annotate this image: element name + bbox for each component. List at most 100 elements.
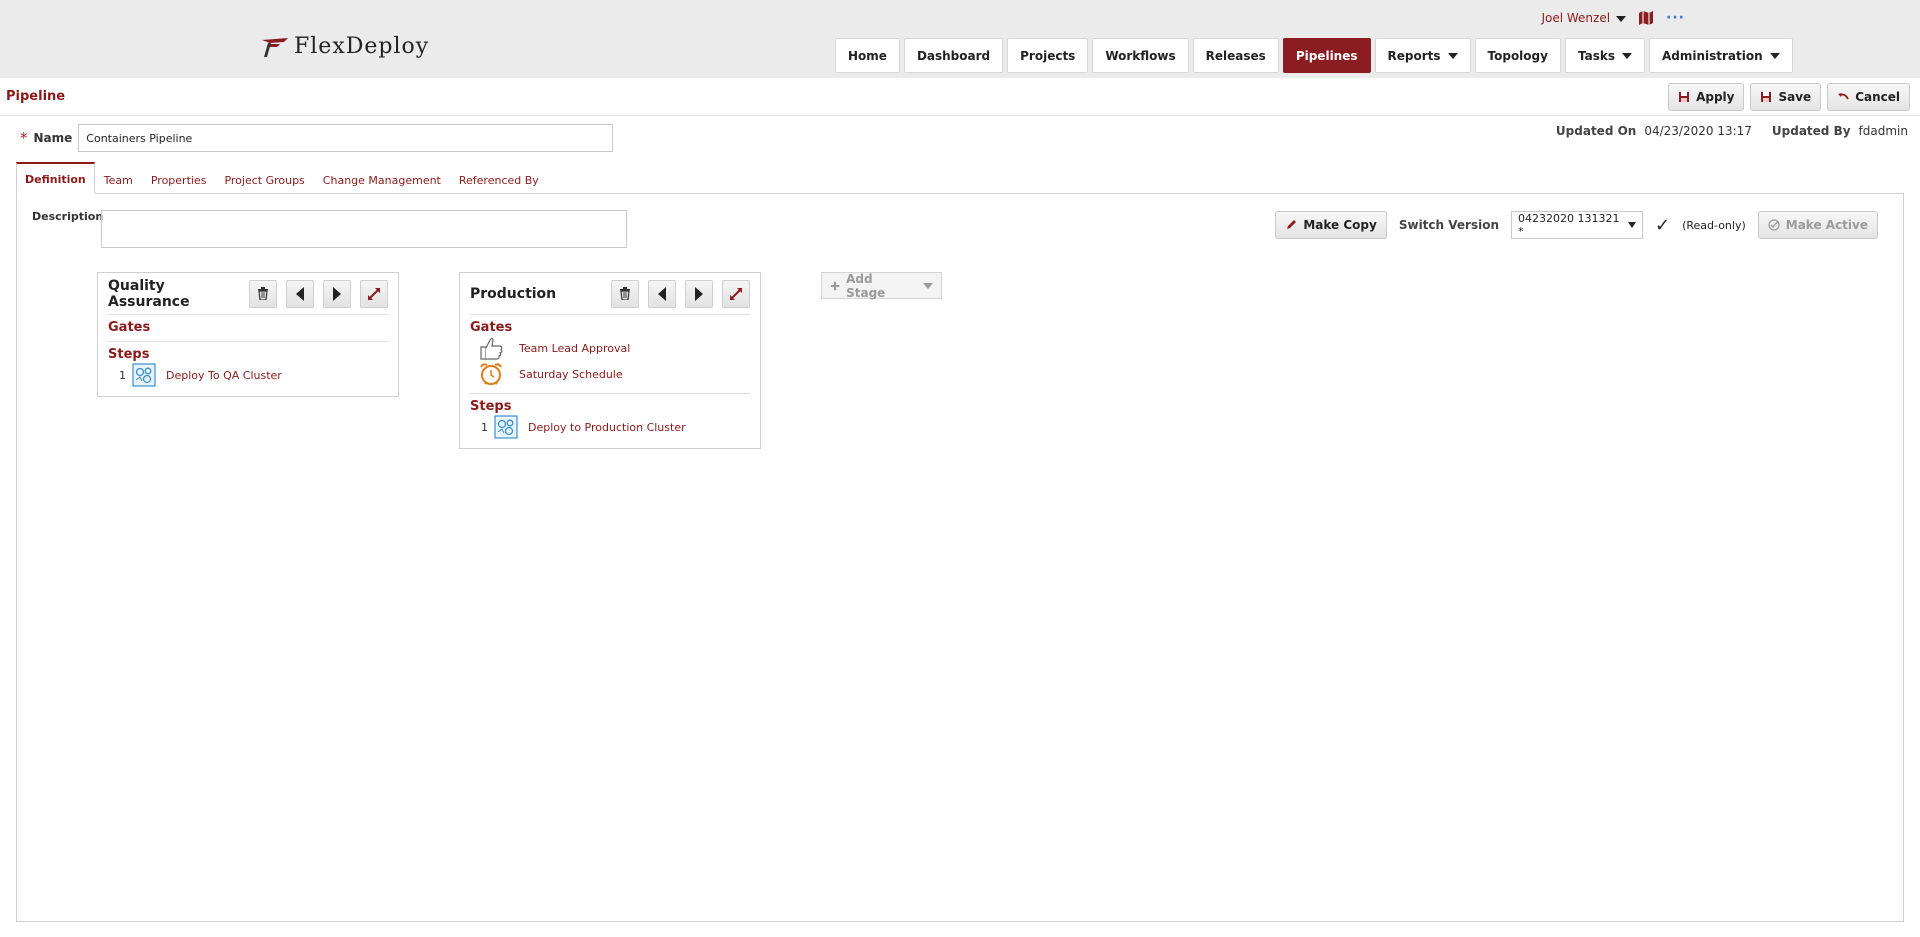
nav-reports-label: Reports: [1387, 48, 1441, 63]
gates-section: Gates: [108, 320, 388, 342]
nav-pipelines[interactable]: Pipelines: [1282, 38, 1371, 73]
delete-stage-button[interactable]: [611, 279, 639, 308]
expand-icon: [730, 287, 742, 300]
nav-administration-label: Administration: [1661, 48, 1763, 63]
tab-change-management[interactable]: Change Management: [314, 174, 450, 193]
floppy-disk-icon: [1761, 92, 1772, 102]
updated-on-label: Updated On: [1555, 124, 1637, 138]
thumbs-up-icon: [480, 337, 503, 360]
add-stage-label: Add Stage: [846, 271, 886, 300]
step-label: Deploy To QA Cluster: [166, 368, 282, 382]
steps-label: Steps: [470, 399, 512, 414]
arrow-left-icon: [658, 286, 666, 301]
undo-arrow-icon: [1838, 93, 1849, 100]
tab-bar: Definition Team Properties Project Group…: [16, 162, 1904, 194]
make-active-label: Make Active: [1785, 218, 1868, 232]
stage-card-quality-assurance: Quality Assurance Gates Steps 1 Deploy T…: [97, 272, 399, 397]
version-select[interactable]: 04232020 131321 *: [1511, 211, 1643, 239]
tab-properties[interactable]: Properties: [142, 174, 216, 193]
updated-info: Updated On 04/23/2020 13:17 Updated By fda…: [1556, 124, 1908, 138]
tab-referenced-by[interactable]: Referenced By: [450, 174, 548, 193]
flexdeploy-logo[interactable]: FlexDeploy: [260, 34, 429, 59]
nav-releases[interactable]: Releases: [1192, 38, 1279, 73]
cancel-button[interactable]: Cancel: [1827, 83, 1910, 111]
tab-team[interactable]: Team: [95, 174, 142, 193]
expand-button[interactable]: [722, 279, 750, 308]
nav-workflows[interactable]: Workflows: [1092, 38, 1189, 73]
expand-button[interactable]: [360, 279, 388, 308]
stage-title: Production: [470, 285, 557, 302]
make-copy-button[interactable]: Make Copy: [1275, 211, 1387, 239]
user-name: Joel Wenzel: [1541, 11, 1611, 25]
check-circle-icon: [1768, 219, 1780, 231]
description-label: Description: [32, 210, 104, 223]
save-label: Save: [1778, 90, 1812, 104]
step-row[interactable]: 1 Deploy To QA Cluster: [108, 362, 388, 388]
nav-administration[interactable]: Administration: [1648, 38, 1793, 73]
nav-dashboard-label: Dashboard: [916, 48, 991, 63]
nav-tasks[interactable]: Tasks: [1564, 38, 1645, 73]
add-stage-button[interactable]: Add Stage: [821, 271, 942, 300]
nav-releases-label: Releases: [1205, 48, 1266, 63]
nav-topology[interactable]: Topology: [1474, 38, 1561, 73]
nav-dashboard[interactable]: Dashboard: [903, 38, 1004, 73]
deploy-step-icon: [494, 415, 518, 439]
plus-icon: [830, 281, 840, 290]
move-right-button[interactable]: [323, 279, 351, 308]
alarm-clock-icon: [480, 363, 502, 385]
main-nav: Home Dashboard Projects Workflows Releas…: [835, 38, 1793, 73]
nav-home[interactable]: Home: [835, 38, 900, 73]
gates-label: Gates: [108, 320, 151, 335]
chevron-down-icon: [1447, 52, 1458, 59]
version-area: Make Copy Switch Version 04232020 131321…: [1275, 211, 1878, 239]
trash-icon: [620, 287, 630, 300]
logo-text: FlexDeploy: [294, 34, 430, 59]
arrow-left-icon: [296, 286, 304, 301]
chevron-down-icon: [1628, 222, 1636, 228]
move-left-button[interactable]: [648, 279, 676, 308]
nav-projects[interactable]: Projects: [1007, 38, 1089, 73]
gate-label: Saturday Schedule: [519, 367, 623, 381]
gate-row[interactable]: Saturday Schedule: [470, 361, 750, 387]
cancel-label: Cancel: [1855, 90, 1900, 104]
delete-stage-button[interactable]: [249, 279, 277, 308]
tab-project-groups[interactable]: Project Groups: [215, 174, 313, 193]
gate-row[interactable]: Team Lead Approval: [470, 335, 750, 361]
switch-version-label: Switch Version: [1398, 218, 1499, 232]
chevron-down-icon: [1616, 15, 1627, 22]
move-left-button[interactable]: [286, 279, 314, 308]
map-icon[interactable]: [1638, 11, 1654, 25]
nav-workflows-label: Workflows: [1105, 48, 1176, 63]
nav-tasks-label: Tasks: [1577, 48, 1615, 63]
updated-by: Updated By fdadmin: [1772, 124, 1908, 138]
gates-label: Gates: [470, 320, 513, 335]
nav-projects-label: Projects: [1020, 48, 1076, 63]
deploy-step-icon: [132, 363, 156, 387]
gates-section: Gates Team Lead Approval Saturday Schedu…: [470, 320, 750, 394]
arrow-right-icon: [333, 286, 341, 301]
user-area: Joel Wenzel ···: [1541, 10, 1685, 26]
user-menu[interactable]: Joel Wenzel: [1541, 11, 1627, 25]
name-label: Name: [33, 131, 73, 145]
move-right-button[interactable]: [685, 279, 713, 308]
apply-button[interactable]: Apply: [1668, 83, 1745, 111]
step-number: 1: [481, 420, 488, 434]
checkmark-icon: ✓: [1655, 214, 1671, 236]
name-input[interactable]: Containers Pipeline: [78, 124, 614, 152]
save-button[interactable]: Save: [1750, 83, 1822, 111]
nav-reports[interactable]: Reports: [1374, 38, 1471, 73]
required-asterisk: *: [20, 129, 28, 147]
updated-on-value: 04/23/2020 13:17: [1644, 124, 1752, 138]
version-value: 04232020 131321 *: [1518, 212, 1620, 238]
chevron-down-icon: [923, 282, 933, 289]
updated-on: Updated On 04/23/2020 13:17: [1556, 124, 1752, 138]
make-active-button[interactable]: Make Active: [1757, 211, 1878, 239]
arrow-right-icon: [695, 286, 703, 301]
description-input[interactable]: [101, 210, 627, 248]
pencil-icon: [1287, 220, 1297, 229]
tab-definition[interactable]: Definition: [16, 162, 95, 194]
page-title: Pipeline: [6, 89, 66, 104]
step-row[interactable]: 1 Deploy to Production Cluster: [470, 414, 750, 440]
more-options-icon[interactable]: ···: [1666, 10, 1685, 26]
readonly-label: (Read-only): [1682, 218, 1746, 232]
